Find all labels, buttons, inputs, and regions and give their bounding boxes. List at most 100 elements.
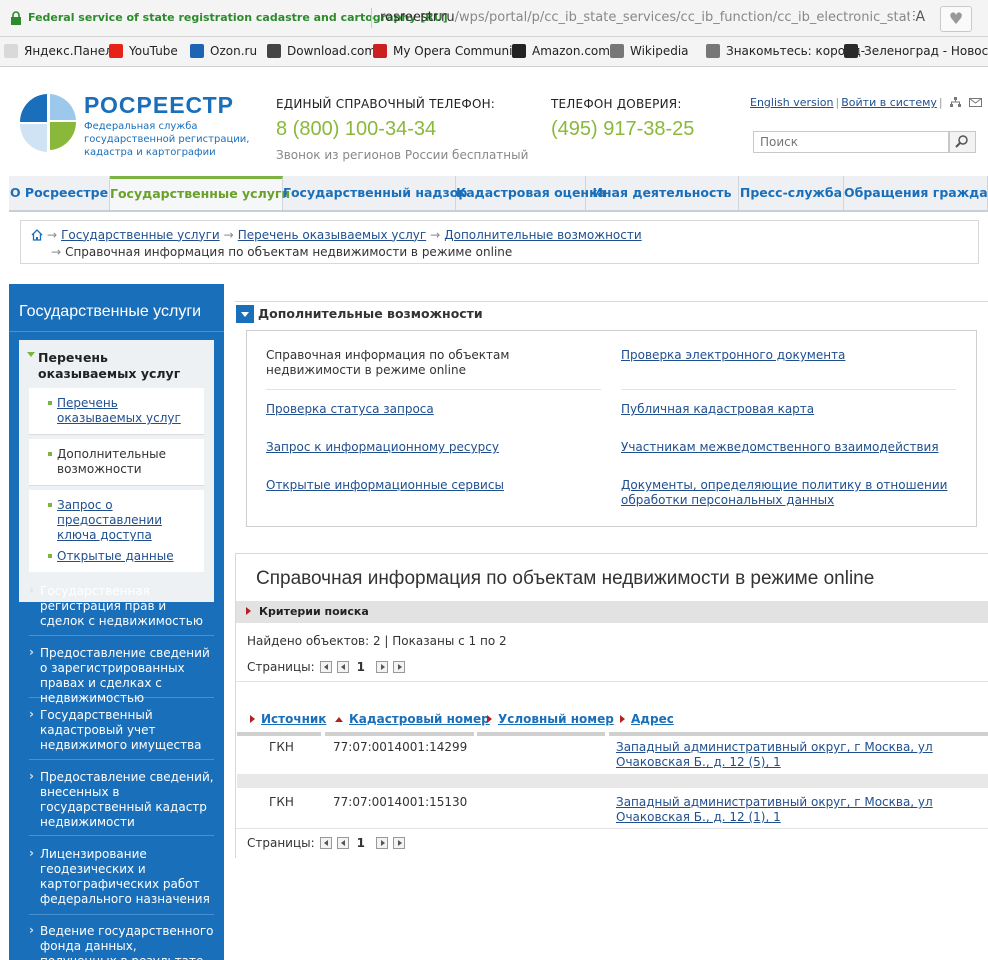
- bookmarks-bar: Яндекс.Панель YouTube Ozon.ru Download.com M…: [0, 37, 988, 67]
- login-link[interactable]: Войти в систему: [841, 96, 937, 109]
- sidebar-subitem-label[interactable]: Запрос о предоставлении ключа доступа: [57, 498, 162, 542]
- bookmark-item[interactable]: Яндекс.Панель: [4, 44, 120, 58]
- pager-label: Страницы:: [247, 660, 315, 674]
- bookmark-item[interactable]: My Opera Community: [373, 44, 524, 58]
- reader-mode-icon[interactable]: ⫶A: [912, 9, 925, 25]
- section-header: Дополнительные возможности: [235, 301, 988, 325]
- address-separator: [371, 8, 372, 28]
- column-header-address[interactable]: Адрес: [620, 706, 674, 732]
- bookmark-label: Download.com: [287, 44, 377, 58]
- arrow-right-icon: →: [223, 227, 234, 242]
- phone-label: ЕДИНЫЙ СПРАВОЧНЫЙ ТЕЛЕФОН:: [276, 97, 496, 111]
- bookmark-item[interactable]: YouTube: [109, 44, 178, 58]
- nav-tab[interactable]: Государственные услуги: [110, 176, 290, 210]
- column-header-label: Кадастровый номер: [349, 712, 490, 726]
- column-bar: [477, 732, 605, 736]
- nav-tab[interactable]: О Росреестре: [9, 176, 110, 210]
- home-icon[interactable]: [31, 228, 43, 241]
- logo-text[interactable]: РОСРЕЕСТР Федеральная служба государстве…: [84, 92, 249, 158]
- sidebar-section-title[interactable]: Перечень оказываемых услуг: [38, 350, 203, 382]
- sitemap-icon[interactable]: [950, 97, 962, 107]
- bookmark-item[interactable]: Download.com: [267, 44, 376, 58]
- options-panel: Справочная информация по объектам недвиж…: [246, 330, 977, 527]
- sidebar-subitem[interactable]: Открытые данные: [29, 541, 204, 572]
- pager-bottom: Страницы: 1: [247, 836, 406, 850]
- option-link[interactable]: Запрос к информационному ресурсу: [266, 440, 601, 455]
- breadcrumb-link[interactable]: Перечень оказываемых услуг: [238, 228, 426, 242]
- address-bar[interactable]: Federal service of state registration ca…: [0, 0, 988, 37]
- option-link[interactable]: Открытые информационные сервисы: [266, 478, 601, 493]
- bookmark-item[interactable]: Зеленоград - Новост: [844, 44, 988, 58]
- triangle-right-icon: [246, 607, 251, 615]
- sidebar-subitem[interactable]: Перечень оказываемых услуг: [29, 388, 204, 435]
- sidebar-item[interactable]: Предоставление сведений, внесенных в гос…: [29, 769, 214, 836]
- column-header-conditional[interactable]: Условный номер: [487, 706, 614, 732]
- option-link[interactable]: Проверка электронного документа: [621, 348, 956, 363]
- search-criteria-toggle[interactable]: Критерии поиска: [236, 601, 988, 623]
- results-title: Справочная информация по объектам недвиж…: [256, 568, 875, 589]
- next-page-icon[interactable]: [376, 837, 389, 849]
- last-page-icon[interactable]: [393, 837, 406, 849]
- nav-tab[interactable]: Пресс-служба: [739, 176, 844, 210]
- cell-address-link[interactable]: Западный административный округ, г Москв…: [616, 795, 976, 825]
- nav-tab[interactable]: Кадастровая оценка: [456, 176, 606, 210]
- next-page-icon[interactable]: [376, 661, 389, 673]
- first-page-icon[interactable]: [319, 661, 332, 673]
- breadcrumb-current: Справочная информация по объектам недвиж…: [65, 244, 513, 259]
- pager-top: Страницы: 1: [247, 660, 406, 674]
- cell-cadastral: 77:07:0014001:15130: [333, 795, 468, 809]
- bookmark-item[interactable]: Amazon.com: [512, 44, 610, 58]
- bullet-icon: [48, 401, 52, 405]
- column-header-source[interactable]: Источник: [250, 706, 326, 732]
- last-page-icon[interactable]: [393, 661, 406, 673]
- url-field[interactable]: rosreestr.ru/wps/portal/p/cc_ib_state_se…: [380, 10, 910, 25]
- english-version-link[interactable]: English version: [750, 96, 834, 109]
- prev-page-icon[interactable]: [336, 837, 349, 849]
- rosreestr-logo-icon[interactable]: [18, 80, 78, 164]
- bookmark-label: Яндекс.Панель: [24, 44, 120, 58]
- breadcrumb-link[interactable]: Дополнительные возможности: [444, 228, 641, 242]
- prev-page-icon[interactable]: [336, 661, 349, 673]
- pager-label: Страницы:: [247, 836, 315, 850]
- page-number[interactable]: 1: [357, 836, 365, 850]
- breadcrumb: → Государственные услуги → Перечень оказ…: [20, 220, 979, 264]
- mail-icon[interactable]: [968, 98, 982, 107]
- bookmark-item[interactable]: Wikipedia: [610, 44, 689, 58]
- nav-tab[interactable]: Государственный надзор: [283, 176, 467, 210]
- sidebar-item[interactable]: Государственная регистрация прав и сдело…: [29, 583, 214, 636]
- sidebar-item[interactable]: Лицензирование геодезических и картограф…: [29, 846, 214, 915]
- results-panel: Справочная информация по объектам недвиж…: [235, 553, 988, 858]
- sort-ascending-icon: [335, 716, 343, 722]
- sidebar-subitem-label[interactable]: Открытые данные: [57, 549, 174, 563]
- sidebar-subitem-label[interactable]: Перечень оказываемых услуг: [57, 396, 181, 425]
- bookmark-item[interactable]: Знакомьтесь: короед-: [706, 44, 865, 58]
- divider: [266, 389, 601, 390]
- option-link[interactable]: Документы, определяющие политику в отнош…: [621, 478, 956, 508]
- link-separator: |: [938, 96, 943, 109]
- search-button[interactable]: [949, 131, 976, 153]
- heart-icon[interactable]: ♥: [940, 6, 972, 32]
- option-link[interactable]: Публичная кадастровая карта: [621, 402, 956, 417]
- nav-tab[interactable]: Иная деятельность: [586, 176, 739, 210]
- sidebar-item[interactable]: Предоставление сведений о зарегистрирова…: [29, 645, 214, 705]
- option-link[interactable]: Проверка статуса запроса: [266, 402, 601, 417]
- sidebar-item[interactable]: Государственный кадастровый учет недвижи…: [29, 707, 214, 760]
- nav-tab[interactable]: Обращения граждан: [844, 176, 988, 210]
- search-input[interactable]: [753, 131, 949, 153]
- column-header-label: Адрес: [631, 712, 674, 726]
- first-page-icon[interactable]: [319, 837, 332, 849]
- sidebar-subitem-active[interactable]: Дополнительные возможности: [29, 439, 204, 486]
- bookmark-item[interactable]: Ozon.ru: [190, 44, 257, 58]
- divider: [621, 389, 956, 390]
- cell-address-link[interactable]: Западный административный округ, г Москв…: [616, 740, 976, 770]
- breadcrumb-link[interactable]: Государственные услуги: [61, 228, 220, 242]
- breadcrumb-row: → Государственные услуги → Перечень оказ…: [31, 226, 968, 243]
- bookmark-label: Amazon.com: [532, 44, 610, 58]
- arrow-right-icon: →: [47, 227, 58, 242]
- page-number[interactable]: 1: [357, 660, 365, 674]
- page-icon: [706, 44, 720, 58]
- option-link[interactable]: Участникам межведомственного взаимодейст…: [621, 440, 956, 455]
- column-header-cadastral[interactable]: Кадастровый номер: [335, 706, 490, 732]
- sidebar-item[interactable]: Ведение государственного фонда данных, п…: [29, 923, 214, 960]
- collapse-icon[interactable]: [236, 305, 254, 323]
